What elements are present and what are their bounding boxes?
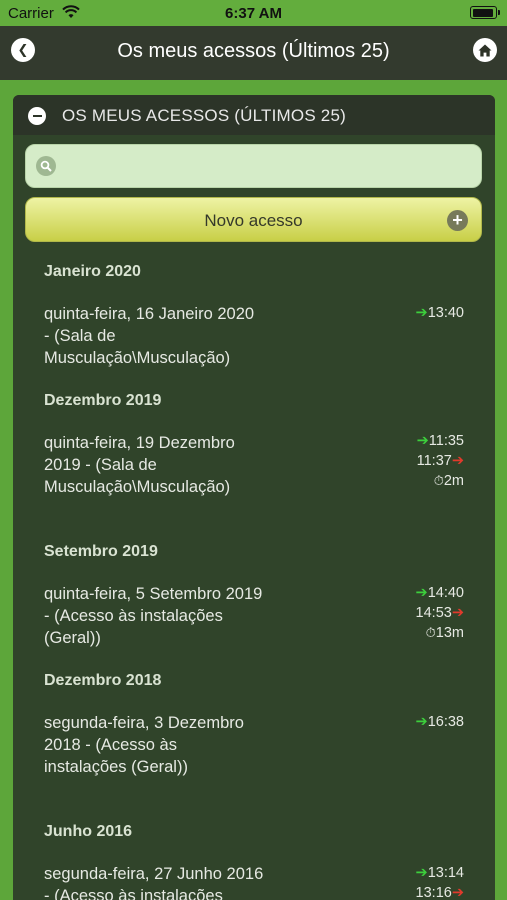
access-description[interactable]: segunda-feira, 3 Dezembro 2018 - (Acesso…	[44, 712, 264, 778]
search-icon	[36, 156, 56, 176]
status-bar: Carrier 6:37 AM	[0, 0, 507, 26]
access-times: ➔11:35 11:37➔ ⏱2m	[417, 431, 464, 491]
access-times: ➔14:40 14:53➔ ⏱13m	[416, 583, 464, 643]
panel-title: OS MEUS ACESSOS (ÚLTIMOS 25)	[62, 106, 346, 125]
entry-arrow-icon: ➔	[415, 305, 428, 321]
access-description[interactable]: quinta-feira, 16 Janeiro 2020 - (Sala de…	[44, 303, 264, 369]
entry-arrow-icon: ➔	[415, 714, 428, 730]
entry-time: 13:40	[427, 305, 464, 321]
access-description[interactable]: quinta-feira, 19 Dezembro 2019 - (Sala d…	[44, 432, 264, 498]
access-times: ➔13:14 13:16➔	[416, 863, 464, 900]
access-description[interactable]: quinta-feira, 5 Setembro 2019 - (Acesso …	[44, 583, 264, 649]
panel-header[interactable]: OS MEUS ACESSOS (ÚLTIMOS 25)	[13, 95, 495, 135]
exit-time: 11:37	[416, 453, 452, 469]
home-icon	[478, 44, 492, 56]
entry-time: 13:14	[427, 865, 464, 881]
battery-icon	[470, 6, 500, 19]
month-header: Setembro 2019	[44, 543, 158, 560]
exit-time: 14:53	[415, 605, 452, 621]
exit-time: 13:16	[415, 885, 452, 900]
month-header: Junho 2016	[44, 823, 133, 840]
entry-arrow-icon: ➔	[415, 865, 428, 881]
month-header: Dezembro 2019	[44, 392, 162, 409]
exit-arrow-icon: ➔	[451, 605, 464, 621]
duration: 2m	[443, 473, 464, 489]
exit-arrow-icon: ➔	[451, 885, 464, 900]
access-times: ➔13:40	[416, 303, 464, 323]
access-description[interactable]: segunda-feira, 27 Junho 2016 - (Acesso à…	[44, 863, 264, 900]
entry-time: 16:38	[427, 714, 464, 730]
clock-icon: ⏱	[425, 625, 436, 640]
new-access-button[interactable]: Novo acesso +	[25, 197, 482, 242]
nav-bar: ❮ Os meus acessos (Últimos 25)	[0, 26, 507, 80]
entry-time: 14:40	[427, 585, 464, 601]
page-title: Os meus acessos (Últimos 25)	[117, 40, 390, 62]
collapse-icon[interactable]	[28, 107, 46, 125]
accesses-panel: OS MEUS ACESSOS (ÚLTIMOS 25) Novo acesso…	[13, 95, 495, 900]
exit-arrow-icon: ➔	[451, 453, 464, 469]
access-times: ➔16:38	[416, 712, 464, 732]
duration: 13m	[435, 625, 464, 641]
plus-icon: +	[447, 210, 468, 231]
new-access-label: Novo acesso	[204, 211, 303, 230]
month-header: Janeiro 2020	[44, 263, 141, 280]
entry-arrow-icon: ➔	[415, 585, 428, 601]
entry-time: 11:35	[428, 433, 464, 449]
search-input[interactable]	[25, 144, 482, 188]
clock-time: 6:37 AM	[225, 5, 282, 22]
entry-arrow-icon: ➔	[416, 433, 429, 449]
clock-icon: ⏱	[433, 473, 444, 488]
home-button[interactable]	[473, 38, 497, 62]
month-header: Dezembro 2018	[44, 672, 162, 689]
